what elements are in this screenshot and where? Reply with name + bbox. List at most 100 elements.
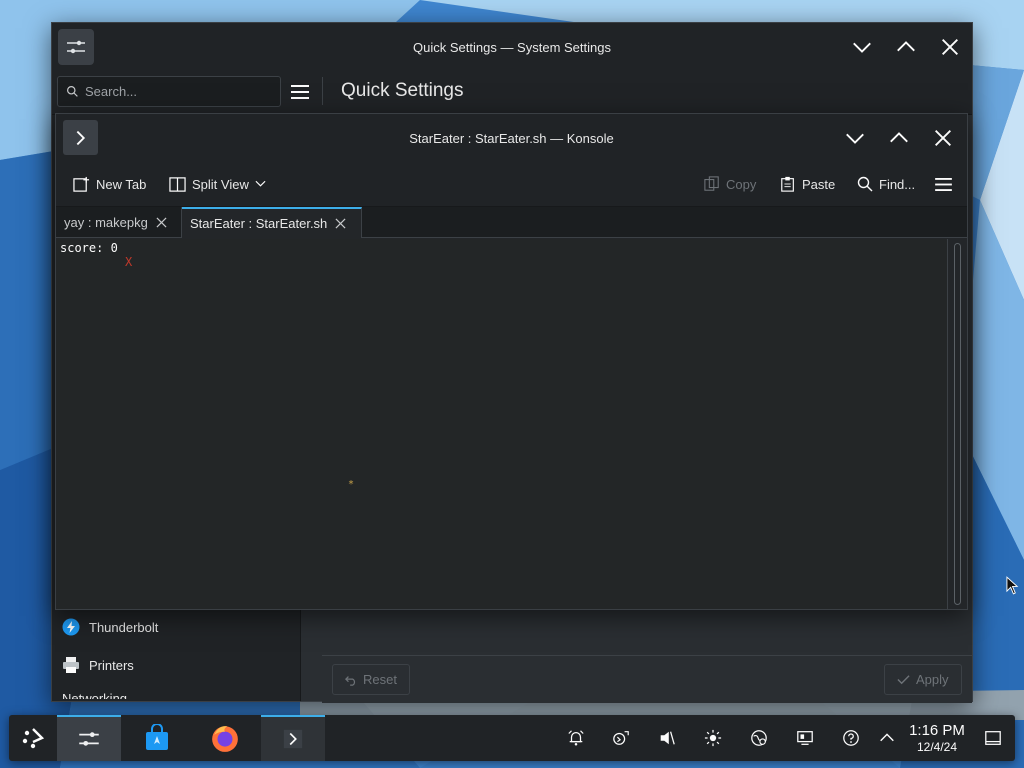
- apply-label: Apply: [916, 672, 949, 687]
- clock-time: 1:16 PM: [909, 722, 965, 739]
- app-launcher-button[interactable]: [9, 715, 57, 761]
- terminal-area[interactable]: score: 0 X *: [56, 239, 947, 609]
- notifications-button[interactable]: [564, 726, 588, 750]
- taskbar-firefox[interactable]: [193, 715, 257, 761]
- firefox-icon: [212, 726, 238, 752]
- app-launcher-icon: [22, 728, 45, 749]
- hamburger-menu-icon: [935, 177, 952, 191]
- search-icon: [67, 86, 78, 97]
- terminal-scrollbar[interactable]: [947, 239, 967, 609]
- new-tab-label: New Tab: [96, 176, 147, 192]
- chevron-down-icon: [853, 42, 871, 53]
- brightness-button[interactable]: [701, 726, 725, 750]
- system-settings-titlebar[interactable]: Quick Settings — System Settings: [52, 23, 972, 71]
- sidebar-item-label: Printers: [89, 657, 134, 673]
- konsole-window: StarEater : StarEater.sh — Konsole New T…: [55, 113, 968, 610]
- discover-store-icon: [146, 724, 168, 750]
- terminal-prompt-icon: [76, 130, 85, 145]
- find-label: Find...: [879, 176, 916, 192]
- konsole-menu-button[interactable]: [935, 171, 952, 197]
- sidebar-item-thunderbolt[interactable]: Thunderbolt: [52, 609, 301, 645]
- taskbar-konsole[interactable]: [261, 715, 325, 761]
- search-icon: [857, 176, 873, 192]
- taskbar-system-settings[interactable]: [57, 715, 121, 761]
- close-button[interactable]: [932, 23, 968, 71]
- paste-button[interactable]: Paste: [780, 171, 835, 197]
- close-icon[interactable]: [156, 217, 167, 228]
- maximize-button[interactable]: [888, 23, 924, 71]
- thunderbolt-icon: [62, 618, 80, 636]
- clock[interactable]: 1:16 PM 12/4/24: [899, 722, 975, 754]
- find-button[interactable]: Find...: [857, 171, 915, 197]
- tray-expand-button[interactable]: [875, 726, 899, 750]
- clock-date: 12/4/24: [916, 740, 958, 754]
- system-settings-app-icon[interactable]: [58, 29, 94, 65]
- konsole-titlebar[interactable]: StarEater : StarEater.sh — Konsole: [56, 114, 967, 162]
- minimize-button[interactable]: [844, 23, 880, 71]
- undo-icon: [345, 675, 356, 686]
- kde-connect-icon: [613, 731, 629, 745]
- volume-muted-icon: [660, 731, 675, 745]
- sidebar-item-printers[interactable]: Printers: [52, 647, 301, 683]
- new-tab-icon: [73, 176, 90, 192]
- show-desktop-icon: [985, 731, 1001, 745]
- chevron-up-icon: [880, 733, 894, 742]
- system-settings-toolbar: Search... Quick Settings: [52, 71, 972, 115]
- help-icon: [843, 730, 859, 746]
- help-button[interactable]: [839, 726, 863, 750]
- show-desktop-button[interactable]: [981, 726, 1005, 750]
- taskbar-discover[interactable]: [125, 715, 189, 761]
- maximize-button[interactable]: [881, 114, 917, 162]
- window-title: Quick Settings — System Settings: [413, 39, 611, 55]
- copy-label: Copy: [726, 176, 757, 192]
- system-settings-icon: [79, 732, 99, 746]
- toolbar-separator: [322, 77, 323, 105]
- chevron-up-icon: [890, 132, 908, 143]
- reset-button[interactable]: Reset: [332, 664, 410, 695]
- chevron-down-icon: [846, 133, 864, 144]
- tab-yay-makepkg[interactable]: yay : makepkg: [56, 207, 182, 238]
- chevron-down-icon: [255, 180, 266, 187]
- close-icon[interactable]: [335, 218, 346, 229]
- new-tab-button[interactable]: New Tab: [73, 171, 146, 197]
- system-settings-footer: Reset Apply: [322, 655, 972, 703]
- score-text: score: 0: [60, 241, 118, 255]
- search-placeholder: Search...: [85, 84, 138, 99]
- tab-label: yay : makepkg: [64, 215, 148, 230]
- display-config-icon: [797, 731, 813, 745]
- chevron-up-icon: [897, 41, 915, 52]
- volume-button[interactable]: [655, 726, 679, 750]
- copy-icon: [704, 176, 719, 191]
- konsole-toolbar: New Tab Split View Copy Paste Find...: [56, 162, 967, 207]
- minimize-button[interactable]: [837, 114, 873, 162]
- printer-icon: [63, 657, 79, 673]
- apply-button[interactable]: Apply: [884, 664, 962, 695]
- hamburger-menu-button[interactable]: [287, 79, 313, 105]
- search-input[interactable]: Search...: [57, 76, 281, 107]
- checkmark-icon: [897, 675, 910, 685]
- taskbar: 1:16 PM 12/4/24: [9, 715, 1015, 761]
- network-icon: [751, 730, 767, 746]
- tab-stareater[interactable]: StarEater : StarEater.sh: [182, 207, 362, 238]
- split-view-icon: [169, 176, 186, 192]
- star-character: *: [348, 479, 355, 490]
- sidebar-section-header: Networking: [62, 693, 142, 699]
- split-view-button[interactable]: Split View: [169, 171, 266, 197]
- kde-connect-button[interactable]: [609, 726, 633, 750]
- paste-label: Paste: [802, 176, 836, 192]
- page-title: Quick Settings: [341, 80, 464, 101]
- scrollbar-thumb[interactable]: [954, 243, 961, 605]
- player-character: X: [125, 255, 133, 269]
- copy-button[interactable]: Copy: [704, 171, 756, 197]
- split-view-label: Split View: [192, 176, 249, 192]
- konsole-icon: [283, 729, 303, 749]
- display-config-button[interactable]: [793, 726, 817, 750]
- notifications-icon: [568, 730, 584, 746]
- mouse-cursor-icon: [1006, 576, 1019, 595]
- konsole-app-icon[interactable]: [63, 120, 98, 155]
- konsole-tab-bar: yay : makepkg StarEater : StarEater.sh: [56, 207, 967, 238]
- paste-icon: [781, 176, 794, 192]
- close-icon: [942, 39, 958, 55]
- network-button[interactable]: [747, 726, 771, 750]
- close-button[interactable]: [925, 114, 961, 162]
